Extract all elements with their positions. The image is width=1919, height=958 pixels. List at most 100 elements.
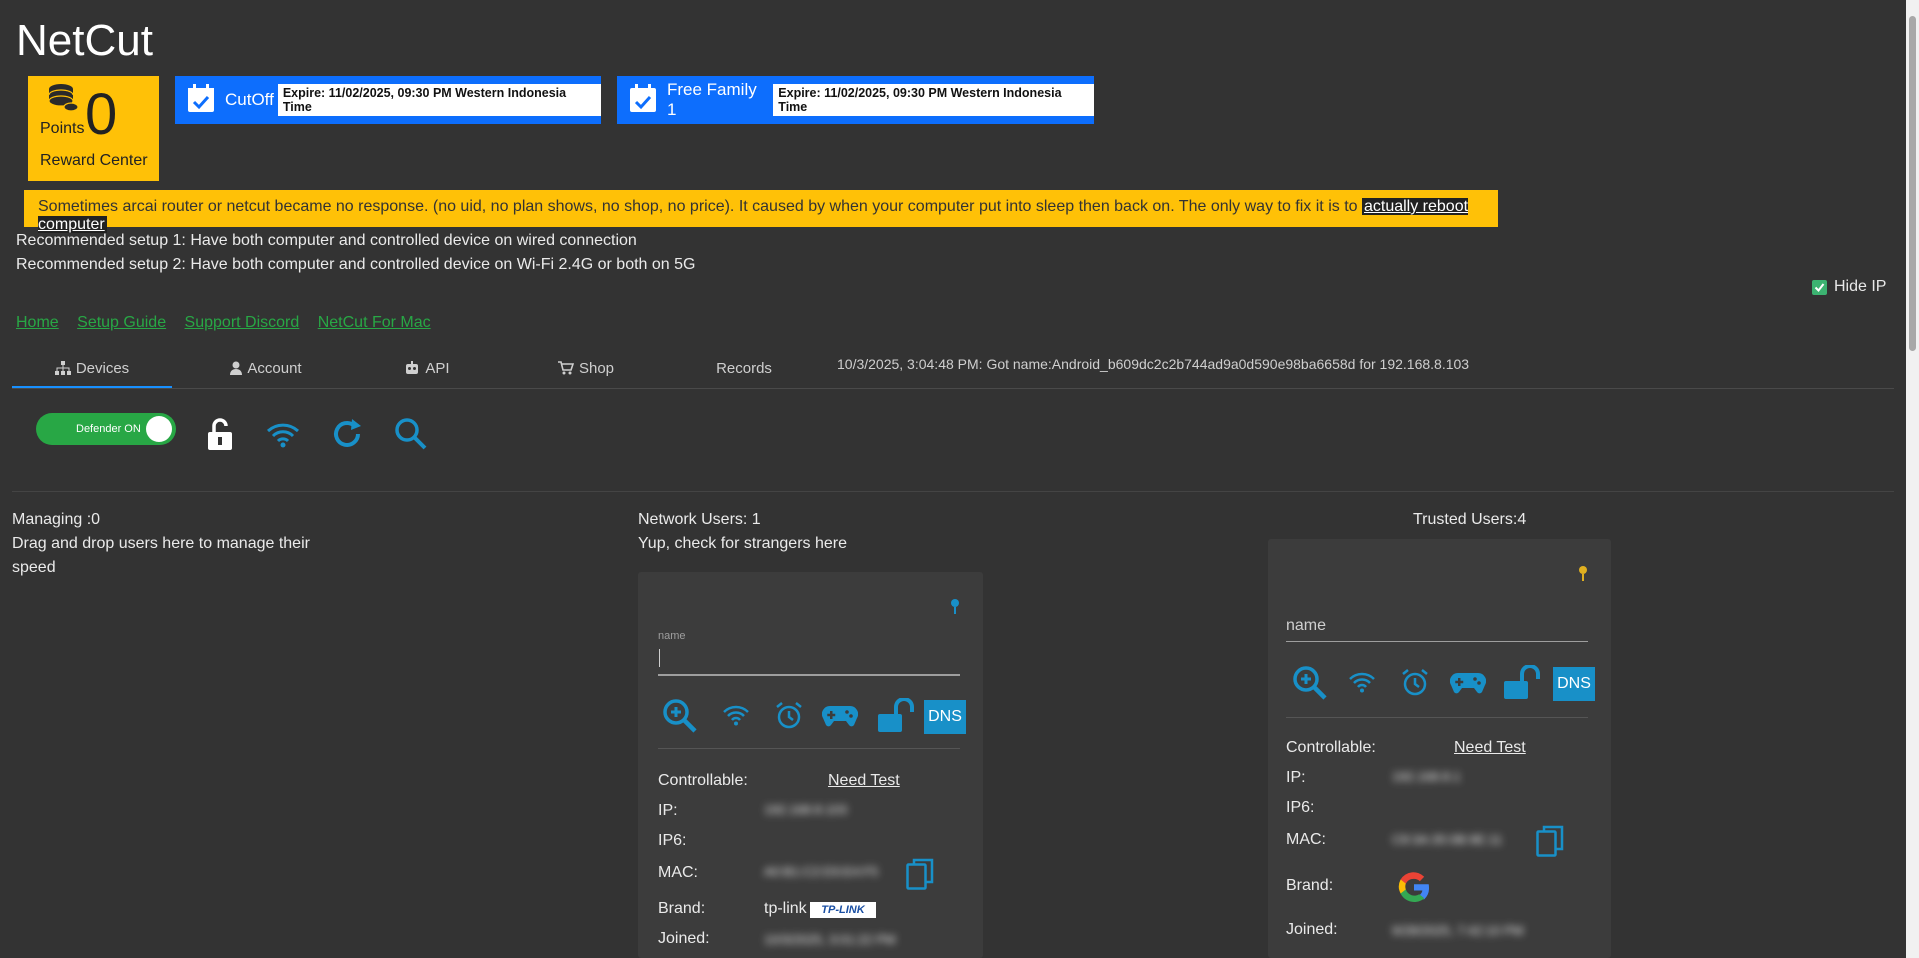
managing-desc-line-1: Drag and drop users here to manage their xyxy=(12,535,310,552)
dns-button[interactable]: DNS xyxy=(924,700,966,734)
gamepad-icon[interactable] xyxy=(1450,671,1486,695)
card-divider xyxy=(658,748,960,749)
name-input-underline xyxy=(658,674,960,676)
alarm-clock-icon[interactable] xyxy=(774,700,804,730)
cart-icon xyxy=(557,361,574,375)
unlock-icon[interactable] xyxy=(206,418,234,450)
defender-toggle[interactable]: Defender ON xyxy=(36,413,176,445)
nav-netcut-for-mac[interactable]: NetCut For Mac xyxy=(318,314,431,331)
pin-icon[interactable] xyxy=(950,598,960,614)
calendar-check-icon xyxy=(629,83,657,118)
joined-label: Joined: xyxy=(1286,921,1338,938)
plan-name: CutOff xyxy=(225,90,274,109)
tab-devices[interactable]: Devices xyxy=(12,350,172,388)
search-icon[interactable] xyxy=(394,417,428,451)
zoom-in-icon[interactable] xyxy=(662,698,698,734)
tab-records[interactable]: Records xyxy=(664,350,824,386)
warning-banner: Sometimes arcai router or netcut became … xyxy=(24,190,1498,233)
refresh-icon[interactable] xyxy=(330,417,364,451)
status-message: 10/3/2025, 3:04:48 PM: Got name:Android_… xyxy=(837,356,1470,372)
name-input[interactable] xyxy=(658,648,960,672)
tab-label: Devices xyxy=(75,359,130,377)
ip-label: IP: xyxy=(658,802,678,819)
ip6-label: IP6: xyxy=(1286,799,1315,816)
plan-expire: Expire: 11/02/2025, 09:30 PM Western Ind… xyxy=(773,84,1094,116)
warning-text: Sometimes arcai router or netcut became … xyxy=(38,198,1362,215)
tab-api[interactable]: API xyxy=(347,350,507,386)
defender-label: Defender ON xyxy=(76,423,141,435)
managing-title: Managing :0 xyxy=(12,511,101,528)
reward-center-link[interactable]: Reward Center xyxy=(40,152,148,170)
mac-value: C8:3A:35:0B:9E:11 xyxy=(1392,832,1503,847)
network-icon xyxy=(54,361,71,375)
joined-value: 9/28/2025, 7:42:10 PM xyxy=(1392,923,1524,938)
zoom-in-icon[interactable] xyxy=(1292,665,1328,701)
need-test-link[interactable]: Need Test xyxy=(1454,739,1526,757)
brand-label: Brand: xyxy=(658,900,706,917)
name-field-label: name xyxy=(658,630,686,642)
wifi-icon[interactable] xyxy=(1348,671,1376,693)
dns-button[interactable]: DNS xyxy=(1553,667,1595,701)
network-users-title: Network Users: 1 xyxy=(638,511,761,528)
brand-value: tp-link xyxy=(764,900,807,917)
page-scrollbar[interactable] xyxy=(1906,0,1919,958)
unlock-icon[interactable] xyxy=(1504,665,1542,699)
managing-desc-line-2: speed xyxy=(12,559,56,576)
controllable-label: Controllable: xyxy=(1286,739,1376,756)
app-title: NetCut xyxy=(16,16,153,65)
trusted-name-input[interactable]: name xyxy=(1286,617,1586,641)
calendar-check-icon xyxy=(187,83,215,118)
wifi-icon[interactable] xyxy=(722,704,750,726)
divider xyxy=(12,491,1894,492)
recommendation-2: Recommended setup 2: Have both computer … xyxy=(16,256,696,273)
ip-label: IP: xyxy=(1286,769,1306,786)
checkmark-icon xyxy=(1812,279,1827,295)
controllable-label: Controllable: xyxy=(658,772,748,789)
unlock-icon[interactable] xyxy=(878,698,916,732)
coins-icon xyxy=(46,82,80,121)
network-user-card[interactable]: name DNS Controllable: Need Test IP: 192… xyxy=(638,572,983,958)
ip6-label: IP6: xyxy=(658,832,687,849)
hide-ip-checkbox[interactable]: Hide IP xyxy=(1812,278,1886,296)
plan-expire: Expire: 11/02/2025, 09:30 PM Western Ind… xyxy=(277,84,601,116)
tab-label: Records xyxy=(716,359,772,377)
joined-label: Joined: xyxy=(658,930,710,947)
pin-icon[interactable] xyxy=(1578,565,1588,581)
plan-cutoff[interactable]: CutOff Expire: 11/02/2025, 09:30 PM West… xyxy=(175,76,601,124)
wifi-icon[interactable] xyxy=(266,422,300,448)
plan-name: Free Family 1 xyxy=(667,80,757,119)
tab-label: API xyxy=(425,359,450,377)
nav-support-discord[interactable]: Support Discord xyxy=(185,314,300,331)
robot-icon xyxy=(406,361,419,374)
name-input-underline xyxy=(1286,641,1588,642)
tab-account[interactable]: Account xyxy=(186,350,346,386)
brand-label: Brand: xyxy=(1286,877,1334,894)
tab-shop[interactable]: Shop xyxy=(506,350,666,386)
gamepad-icon[interactable] xyxy=(822,704,858,728)
points-value: 0 xyxy=(85,82,118,147)
alarm-clock-icon[interactable] xyxy=(1400,667,1430,697)
ip-value: 192.168.8.103 xyxy=(764,802,848,817)
trusted-user-card[interactable]: name DNS Controllable: Need Test IP: 192… xyxy=(1268,539,1611,958)
scrollbar-thumb[interactable] xyxy=(1909,16,1916,351)
tab-label: Shop xyxy=(578,359,615,377)
nav-setup-guide[interactable]: Setup Guide xyxy=(77,314,166,331)
points-box[interactable]: Points 0 Reward Center xyxy=(28,76,159,181)
plan-free-family[interactable]: Free Family 1 Expire: 11/02/2025, 09:30 … xyxy=(617,76,1094,124)
mac-value: A0:B1:C2:D3:E4:F5 xyxy=(764,864,879,879)
mac-label: MAC: xyxy=(658,864,698,881)
hide-ip-label: Hide IP xyxy=(1834,278,1887,295)
nav-links: Home Setup Guide Support Discord NetCut … xyxy=(16,314,445,332)
tp-link-logo: TP-LINK xyxy=(810,902,876,918)
user-icon xyxy=(230,361,243,375)
tab-label: Account xyxy=(247,359,302,377)
copy-icon[interactable] xyxy=(1536,825,1564,857)
network-users-desc: Yup, check for strangers here xyxy=(638,535,847,552)
ip-value: 192.168.8.1 xyxy=(1392,769,1461,784)
copy-icon[interactable] xyxy=(906,858,934,890)
recommendation-1: Recommended setup 1: Have both computer … xyxy=(16,232,637,249)
nav-home[interactable]: Home xyxy=(16,314,59,331)
need-test-link[interactable]: Need Test xyxy=(828,772,900,790)
card-divider xyxy=(1286,717,1588,718)
mac-label: MAC: xyxy=(1286,831,1326,848)
